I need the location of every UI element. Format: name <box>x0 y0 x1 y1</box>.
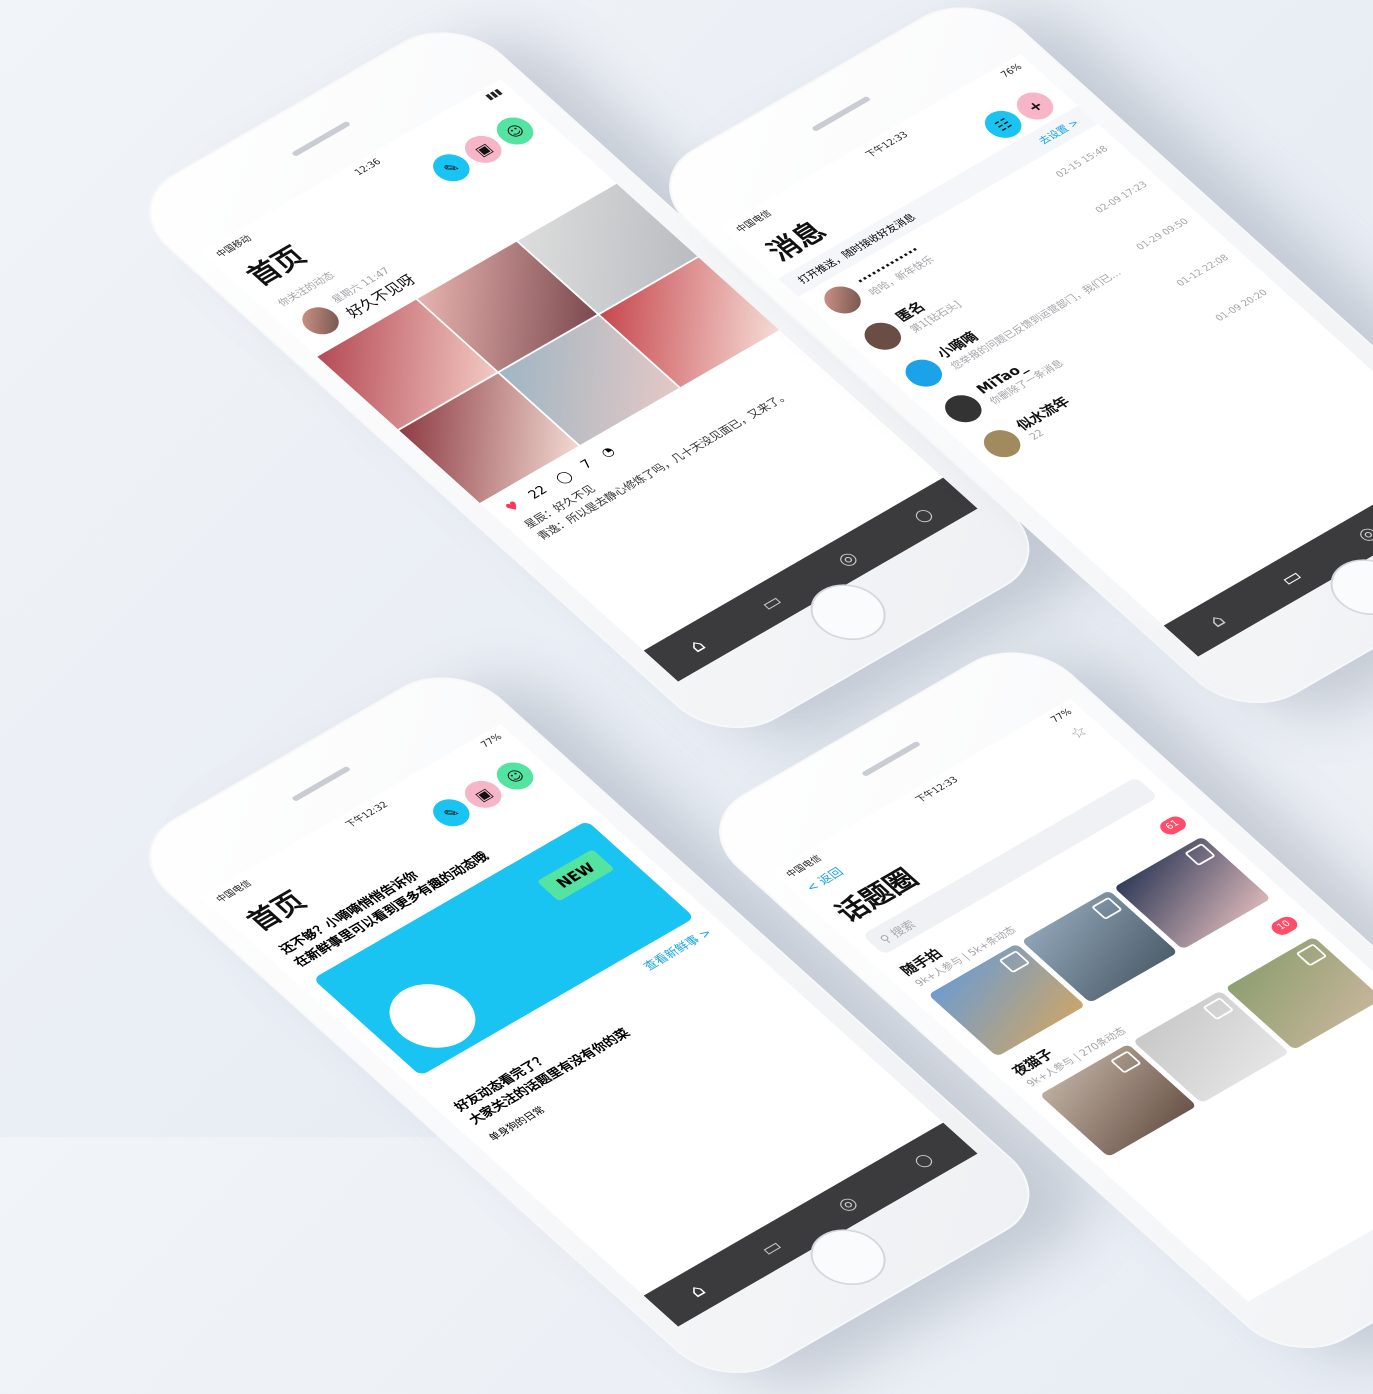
image-icon: ▣ <box>470 139 497 159</box>
tab-bar: ⌂ ▭ ◎ ○ <box>643 1122 978 1327</box>
like-count: 22 <box>525 483 551 502</box>
comment-icon[interactable]: ◯ <box>552 469 576 487</box>
msg-time: 01-29 09:50 <box>1134 216 1192 253</box>
tab-bar: ⌂ ▭ ◎ ○ <box>1163 452 1373 657</box>
plus-icon: + <box>1022 96 1048 116</box>
image-icon <box>1184 842 1217 867</box>
unread-badge: 61 <box>1155 813 1190 837</box>
avatar <box>937 389 990 428</box>
edit-icon: ✎ <box>439 803 464 822</box>
speaker <box>811 95 872 132</box>
message-tab-icon[interactable]: ▭ <box>755 1235 787 1259</box>
avatar <box>816 281 869 319</box>
speaker <box>291 120 352 157</box>
search-tab-icon[interactable]: ○ <box>907 503 938 527</box>
speaker <box>861 740 922 777</box>
star-icon[interactable]: ☆ <box>1065 722 1093 743</box>
edit-icon: ✎ <box>439 158 464 177</box>
image-icon <box>1202 996 1235 1021</box>
msg-time: 01-09 20:20 <box>1213 287 1270 324</box>
message-tab-icon[interactable]: ▭ <box>755 590 787 614</box>
msg-time: 02-09 17:23 <box>1093 180 1151 216</box>
image-icon <box>998 950 1031 974</box>
message-tab-icon[interactable]: ▭ <box>1275 565 1307 589</box>
avatar <box>856 317 909 355</box>
smile-icon: ☺ <box>501 120 529 141</box>
mascot-avatar <box>897 353 950 392</box>
tab-bar: ⌂ ▭ ◎ ○ <box>643 477 978 682</box>
avatar[interactable] <box>294 301 347 340</box>
like-icon[interactable]: ♥ <box>503 499 525 515</box>
battery-icon: ▮▮▮ <box>483 87 505 102</box>
msg-time: 01-12 22:08 <box>1174 252 1231 289</box>
timer-icon[interactable]: ◔ <box>597 444 618 460</box>
image-icon <box>1109 1050 1142 1074</box>
discover-tab-icon[interactable]: ◎ <box>832 1192 863 1216</box>
speaker <box>291 765 352 802</box>
msg-time: 02-15 15:48 <box>1053 144 1111 180</box>
mascot-icon <box>371 971 494 1061</box>
discover-tab-icon[interactable]: ◎ <box>832 547 863 571</box>
home-tab-icon[interactable]: ⌂ <box>683 635 710 656</box>
avatar <box>976 424 1028 463</box>
new-label: NEW <box>552 859 600 892</box>
image-icon <box>1091 896 1124 920</box>
comment-count: 7 <box>577 457 597 472</box>
new-badge: NEW <box>536 849 615 902</box>
unread-badge: 10 <box>1267 913 1301 938</box>
search-tab-icon[interactable]: ○ <box>907 1148 938 1172</box>
smile-icon: ☺ <box>501 765 529 786</box>
contacts-icon: ☷ <box>990 114 1016 134</box>
home-tab-icon[interactable]: ⌂ <box>1203 610 1230 631</box>
discover-tab-icon[interactable]: ◎ <box>1352 522 1373 546</box>
image-icon: ▣ <box>470 784 497 804</box>
home-tab-icon[interactable]: ⌂ <box>683 1280 710 1301</box>
image-icon <box>1295 943 1328 967</box>
